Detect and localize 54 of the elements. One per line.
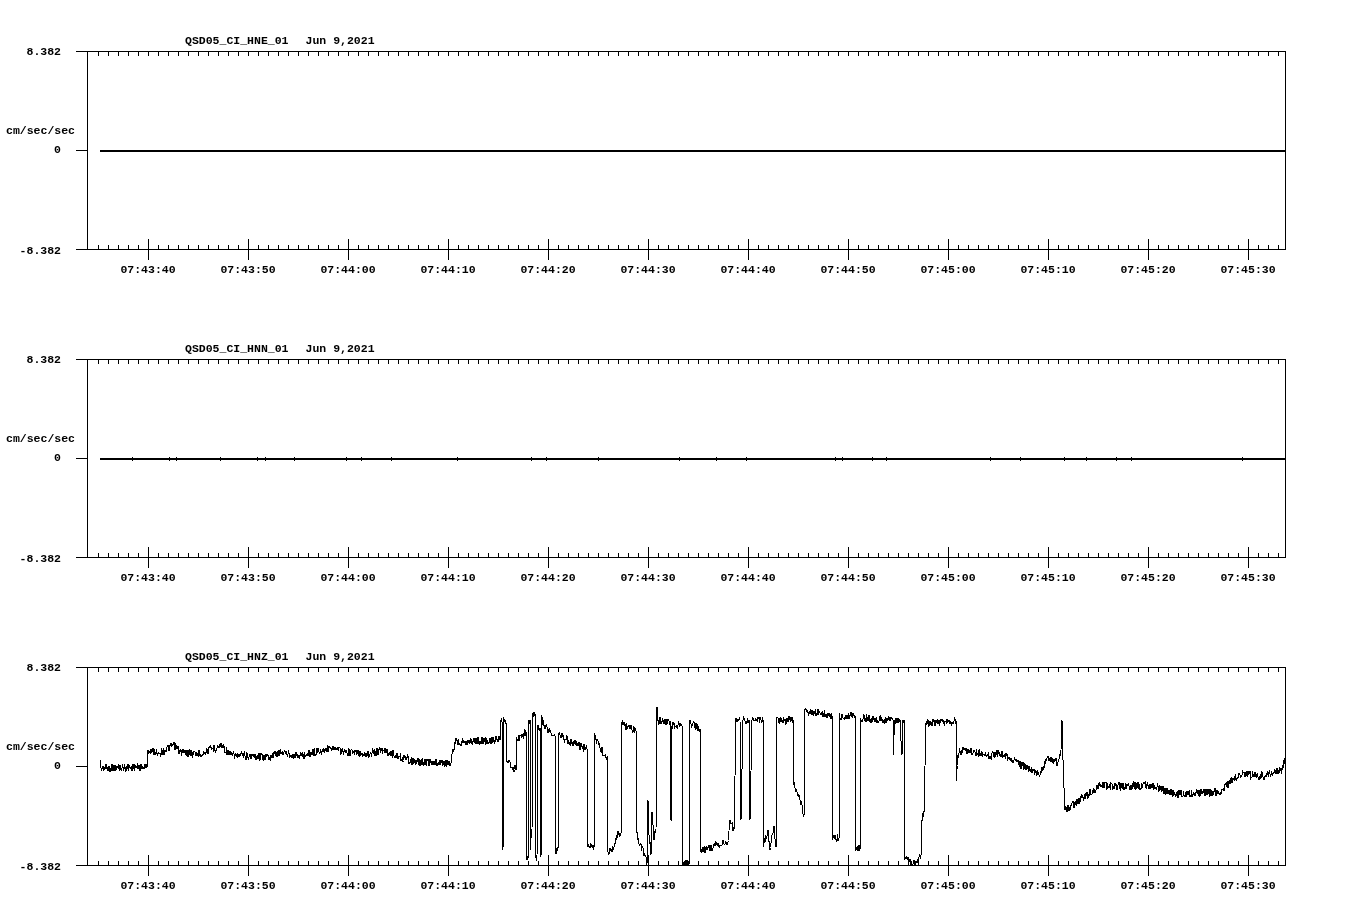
x-axis-label: 07:44:10 bbox=[420, 571, 476, 585]
y-axis-unit: cm/sec/sec bbox=[6, 125, 75, 137]
channel-title: QSD05_CI_HNZ_01 bbox=[185, 651, 289, 663]
x-axis-label: 07:45:20 bbox=[1120, 571, 1176, 585]
y-axis-label: 8.382 bbox=[26, 46, 61, 58]
x-axis-label: 07:45:10 bbox=[1020, 879, 1076, 893]
y-axis-label: 0 bbox=[54, 144, 61, 156]
channel-title: QSD05_CI_HNN_01 bbox=[185, 343, 289, 355]
date-label: Jun 9,2021 bbox=[305, 35, 375, 47]
x-axis-label: 07:44:00 bbox=[320, 263, 376, 277]
y-axis-label: 0 bbox=[54, 452, 61, 464]
y-axis-label: 8.382 bbox=[26, 354, 61, 366]
x-axis-label: 07:45:10 bbox=[1020, 571, 1076, 585]
y-axis-label: -8.382 bbox=[19, 553, 61, 565]
x-axis-label: 07:43:40 bbox=[120, 263, 176, 277]
x-axis-label: 07:45:30 bbox=[1220, 879, 1276, 893]
x-axis-label: 07:45:00 bbox=[920, 571, 976, 585]
x-axis-label: 07:45:20 bbox=[1120, 879, 1176, 893]
channel-title: QSD05_CI_HNE_01 bbox=[185, 35, 289, 47]
y-axis-unit: cm/sec/sec bbox=[6, 433, 75, 445]
x-axis-label: 07:44:10 bbox=[420, 879, 476, 893]
x-axis-label: 07:44:20 bbox=[520, 263, 576, 277]
x-axis-label: 07:44:50 bbox=[820, 263, 876, 277]
y-axis-label: 8.382 bbox=[26, 662, 61, 674]
x-axis-label: 07:45:10 bbox=[1020, 263, 1076, 277]
x-axis-label: 07:44:50 bbox=[820, 571, 876, 585]
x-axis-label: 07:44:30 bbox=[620, 263, 676, 277]
x-axis-label: 07:44:10 bbox=[420, 263, 476, 277]
date-label: Jun 9,2021 bbox=[305, 343, 375, 355]
y-axis-unit: cm/sec/sec bbox=[6, 741, 75, 753]
x-axis-label: 07:44:20 bbox=[520, 571, 576, 585]
x-axis-label: 07:44:40 bbox=[720, 879, 776, 893]
x-axis-label: 07:43:50 bbox=[220, 879, 276, 893]
x-axis-label: 07:45:00 bbox=[920, 263, 976, 277]
y-axis-label: 0 bbox=[54, 760, 61, 772]
x-axis-label: 07:44:50 bbox=[820, 879, 876, 893]
x-axis-label: 07:45:00 bbox=[920, 879, 976, 893]
x-axis-label: 07:44:00 bbox=[320, 571, 376, 585]
x-axis-label: 07:44:30 bbox=[620, 879, 676, 893]
date-label: Jun 9,2021 bbox=[305, 651, 375, 663]
x-axis-label: 07:45:30 bbox=[1220, 571, 1276, 585]
x-axis-label: 07:44:40 bbox=[720, 263, 776, 277]
x-axis-label: 07:43:40 bbox=[120, 571, 176, 585]
x-axis-label: 07:44:30 bbox=[620, 571, 676, 585]
x-axis-label: 07:44:40 bbox=[720, 571, 776, 585]
y-axis-label: -8.382 bbox=[19, 245, 61, 257]
x-axis-label: 07:45:30 bbox=[1220, 263, 1276, 277]
x-axis-label: 07:43:50 bbox=[220, 571, 276, 585]
x-axis-label: 07:43:40 bbox=[120, 879, 176, 893]
x-axis-label: 07:44:20 bbox=[520, 879, 576, 893]
y-axis-label: -8.382 bbox=[19, 861, 61, 873]
x-axis-label: 07:45:20 bbox=[1120, 263, 1176, 277]
x-axis-label: 07:44:00 bbox=[320, 879, 376, 893]
x-axis-label: 07:43:50 bbox=[220, 263, 276, 277]
